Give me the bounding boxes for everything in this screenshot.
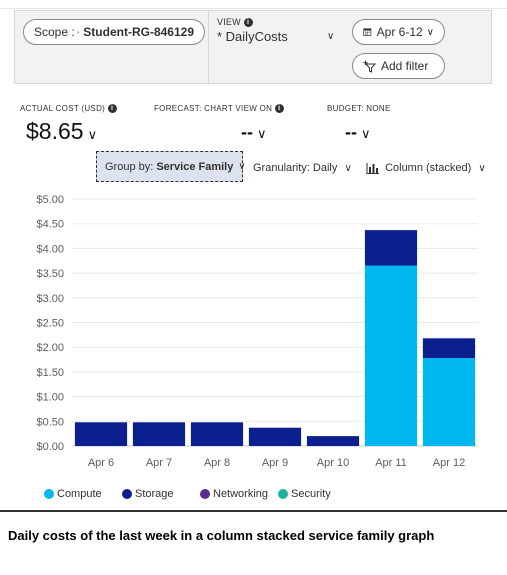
- forecast-value[interactable]: -- ∨: [241, 122, 267, 143]
- date-range-button[interactable]: Apr 6-12 ∨: [352, 19, 445, 45]
- caption-divider: [0, 510, 507, 512]
- y-tick-label: $3.50: [36, 268, 64, 280]
- info-icon: i: [107, 104, 117, 114]
- chevron-down-icon: ∨: [361, 126, 371, 141]
- x-tick-label: Apr 8: [204, 457, 230, 469]
- legend-swatch: [44, 489, 54, 499]
- info-icon: i: [243, 18, 253, 28]
- scope-value: Student-RG-846129: [83, 25, 194, 39]
- forecast-label: FORECAST: CHART VIEW ON i: [154, 104, 284, 114]
- top-strip: [0, 0, 507, 9]
- y-tick-label: $4.50: [36, 219, 64, 231]
- granularity-label: Granularity:: [253, 162, 310, 174]
- view-label: VIEW i: [217, 17, 253, 28]
- legend-item-networking[interactable]: Networking: [200, 488, 268, 500]
- chevron-down-icon: ∨: [257, 126, 267, 141]
- y-tick-label: $2.50: [36, 318, 64, 330]
- x-tick-label: Apr 6: [88, 457, 114, 469]
- bar-segment-compute[interactable]: [422, 358, 476, 446]
- cost-toolbar: Scope : Student-RG-846129 VIEW i * Daily…: [14, 10, 492, 84]
- x-tick-label: Apr 11: [375, 457, 407, 469]
- add-filter-button[interactable]: Add filter: [352, 53, 445, 79]
- view-selector[interactable]: * DailyCosts: [217, 29, 288, 44]
- actual-cost-label: ACTUAL COST (USD) i: [20, 104, 117, 114]
- chevron-down-icon: ∨: [344, 163, 352, 174]
- legend-item-security[interactable]: Security: [278, 488, 331, 500]
- chevron-down-icon: ∨: [426, 26, 434, 38]
- chart-type-value: Column (stacked): [385, 162, 472, 174]
- bar-segment-storage[interactable]: [74, 422, 128, 446]
- scope-button[interactable]: Scope : Student-RG-846129: [23, 19, 205, 45]
- filter-add-icon: [363, 60, 377, 73]
- x-tick-label: Apr 12: [433, 457, 465, 469]
- bar-segment-storage[interactable]: [190, 422, 244, 446]
- chart-type-dropdown[interactable]: Column (stacked) ∨: [366, 162, 486, 174]
- add-filter-label: Add filter: [381, 59, 429, 73]
- budget-value[interactable]: -- ∨: [345, 122, 371, 143]
- legend-swatch: [278, 489, 288, 499]
- legend-item-storage[interactable]: Storage: [122, 488, 174, 500]
- budget-label: BUDGET: NONE: [327, 104, 391, 113]
- x-tick-label: Apr 7: [146, 457, 172, 469]
- bar-segment-storage[interactable]: [132, 422, 186, 446]
- bar-segment-storage[interactable]: [306, 436, 360, 446]
- granularity-value: Daily: [312, 162, 338, 174]
- group-by-value: Service Family: [156, 160, 234, 173]
- x-tick-label: Apr 9: [262, 457, 288, 469]
- legend-item-compute[interactable]: Compute: [44, 488, 102, 500]
- info-icon: i: [274, 104, 284, 114]
- column-chart-icon: [366, 162, 379, 174]
- x-tick-label: Apr 10: [317, 457, 349, 469]
- chevron-down-icon: ∨: [478, 163, 486, 174]
- legend-label: Networking: [213, 488, 269, 500]
- y-tick-label: $5.00: [36, 194, 64, 206]
- legend-label: Compute: [57, 488, 102, 500]
- y-tick-label: $0.00: [36, 441, 64, 453]
- resource-group-icon: [76, 30, 80, 34]
- actual-cost-value[interactable]: $8.65 ∨: [26, 118, 97, 145]
- bar-segment-storage[interactable]: [364, 230, 418, 266]
- y-tick-label: $3.00: [36, 293, 64, 305]
- y-tick-label: $4.00: [36, 243, 64, 255]
- legend-swatch: [122, 489, 132, 499]
- group-by-label: Group by:: [105, 160, 154, 173]
- scope-label: Scope :: [34, 25, 75, 39]
- legend-swatch: [200, 489, 210, 499]
- group-by-dropdown[interactable]: Group by: Service Family ∨: [96, 151, 246, 182]
- date-range-value: Apr 6-12: [376, 25, 423, 39]
- y-tick-label: $1.50: [36, 367, 64, 379]
- calendar-icon: [363, 28, 372, 36]
- legend-label: Security: [291, 488, 331, 500]
- bar-segment-storage[interactable]: [422, 338, 476, 359]
- y-tick-label: $1.00: [36, 392, 64, 404]
- y-tick-label: $0.50: [36, 416, 64, 428]
- cost-column-chart: $0.00 $0.50 $1.00 $1.50 $2.00 $2.50 $3.00 $3.50…: [36, 194, 478, 469]
- chevron-down-icon: ∨: [238, 161, 246, 172]
- figure-caption: Daily costs of the last week in a column…: [8, 528, 435, 543]
- chevron-down-icon[interactable]: ∨: [327, 31, 334, 42]
- granularity-dropdown[interactable]: Granularity: Daily ∨: [253, 162, 352, 174]
- toolbar-divider: [208, 11, 209, 83]
- bar-segment-compute[interactable]: [364, 265, 418, 446]
- y-tick-label: $2.00: [36, 342, 64, 354]
- chevron-down-icon: ∨: [87, 127, 98, 142]
- bar-segment-storage[interactable]: [248, 427, 302, 446]
- legend-label: Storage: [135, 488, 174, 500]
